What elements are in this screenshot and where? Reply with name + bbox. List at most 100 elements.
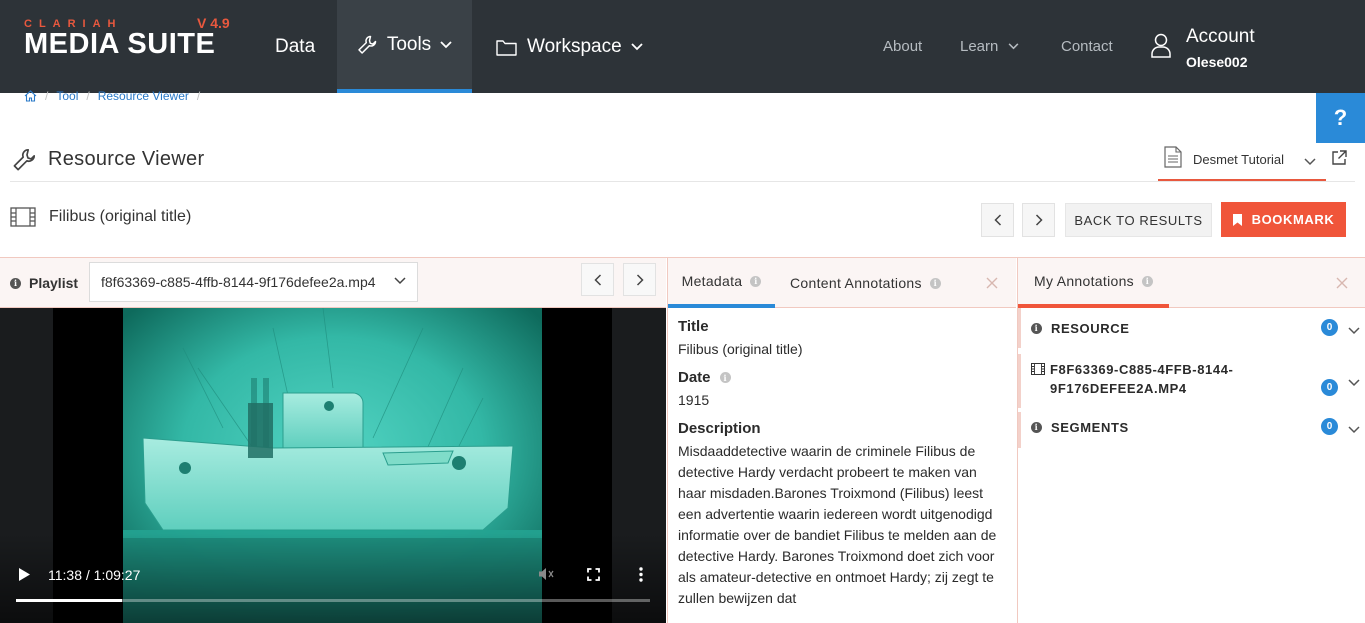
tab-content-annotations[interactable]: Content Annotations i [790,258,941,308]
nav-data[interactable]: Data [275,0,315,93]
chevron-down-icon [631,42,643,51]
info-icon[interactable]: i [750,275,762,287]
info-icon[interactable]: i [1031,323,1042,334]
info-icon[interactable]: i [929,277,941,289]
tab-metadata-label: Metadata [681,273,743,289]
info-icon[interactable]: i [719,372,731,383]
nav-about[interactable]: About [883,0,922,93]
media-suite-logo[interactable]: CLARIAH MEDIA SUITE V 4.9 [24,15,234,64]
more-options-icon[interactable] [639,567,643,585]
title-value: Filibus (original title) [678,341,803,357]
date-value: 1915 [678,392,710,408]
version-label: V 4.9 [197,15,230,31]
username-label: Olese002 [1186,54,1248,70]
page-title: Resource Viewer [48,148,205,170]
tool-header: Resource Viewer Desmet Tutorial [10,140,1355,182]
progress-bar-fill [16,599,123,602]
nav-workspace[interactable]: Workspace [496,0,643,93]
chevron-down-icon[interactable] [1348,374,1360,392]
previous-resource-button[interactable] [981,203,1014,237]
nav-about-label: About [883,38,923,55]
wrench-icon [12,148,36,177]
nav-data-label: Data [275,35,316,57]
breadcrumb-resource-viewer[interactable]: Resource Viewer [98,89,189,103]
chevron-down-icon [1008,43,1019,50]
breadcrumb-separator: / [45,89,49,103]
play-icon[interactable] [19,568,30,584]
external-link-icon[interactable] [1332,150,1347,170]
bookmark-label: BOOKMARK [1251,212,1335,227]
playlist-select[interactable]: f8f63369-c885-4ffb-8144-9f176defee2a.mp4 [89,262,418,302]
annotation-group-resource[interactable]: i RESOURCE 0 [1018,308,1365,348]
chevron-left-icon [993,214,1002,226]
project-selector[interactable]: Desmet Tutorial [1158,140,1326,181]
count-badge: 0 [1321,418,1338,435]
info-icon[interactable]: i [10,277,21,289]
home-icon[interactable] [24,90,37,102]
chevron-down-icon [394,277,406,285]
breadcrumb-separator: / [86,89,90,103]
bookmark-button[interactable]: BOOKMARK [1221,202,1346,237]
resource-group-label: i RESOURCE [1031,319,1129,338]
metadata-title-heading: Title [678,318,1006,335]
metadata-panel: Title Filibus (original title) Date i 19… [667,308,1016,623]
count-badge: 0 [1321,319,1338,336]
my-annotations-panel: i RESOURCE 0 F8F63369-C885-4FFB-8144-9F1… [1017,308,1365,623]
chevron-down-icon [1304,153,1316,171]
file-group-label-text: F8F63369-C885-4FFB-8144-9F176DEFEE2A.MP4 [1050,362,1234,396]
help-button[interactable]: ? [1316,93,1365,143]
breadcrumb-tool[interactable]: Tool [56,89,78,103]
wrench-icon [357,35,377,55]
playlist-header: i Playlist f8f63369-c885-4ffb-8144-9f176… [0,258,666,308]
breadcrumb-separator: / [196,89,201,103]
annotation-group-segments[interactable]: i SEGMENTS 0 [1018,412,1365,448]
nav-tools-label: Tools [386,33,432,55]
date-label: Date [678,369,711,386]
tab-content-annotations-label: Content Annotations [790,275,922,291]
top-navbar: CLARIAH MEDIA SUITE V 4.9 Data Tools Wor… [0,0,1365,93]
annotation-group-file[interactable]: F8F63369-C885-4FFB-8144-9F176DEFEE2A.MP4… [1018,354,1365,408]
playlist-selected-value: f8f63369-c885-4ffb-8144-9f176defee2a.mp4 [101,274,376,290]
playback-time: 11:38 / 1:09:27 [48,567,141,583]
count-badge: 0 [1321,379,1338,396]
logo-title: MEDIA SUITE [24,28,216,60]
chevron-right-icon [636,273,644,286]
tab-metadata[interactable]: Metadata i [668,258,775,308]
video-player[interactable]: 11:38 / 1:09:27 [0,308,666,623]
nav-tools[interactable]: Tools [337,0,472,93]
close-icon[interactable] [1336,276,1348,294]
resource-group-label-text: RESOURCE [1051,321,1130,336]
bookmark-icon [1232,213,1252,226]
resource-header: Filibus (original title) BACK TO RESULTS… [10,198,1355,242]
folder-icon [496,38,517,56]
playlist-label-text: Playlist [29,275,79,291]
breadcrumb: / Tool / Resource Viewer / [24,88,208,104]
tab-my-annotations[interactable]: My Annotations i [1018,258,1169,308]
nav-contact[interactable]: Contact [1061,0,1113,93]
playlist-label: i Playlist [10,275,78,291]
user-icon [1150,32,1172,63]
close-icon[interactable] [986,276,998,294]
back-to-results-button[interactable]: BACK TO RESULTS [1065,203,1212,237]
segments-group-label-text: SEGMENTS [1051,420,1129,435]
project-name: Desmet Tutorial [1193,152,1285,167]
fullscreen-icon[interactable] [587,568,600,584]
progress-bar[interactable] [16,599,650,602]
next-resource-button[interactable] [1022,203,1055,237]
nav-learn-label: Learn [960,38,999,55]
info-icon[interactable]: i [1031,422,1042,433]
volume-icon[interactable] [538,567,554,584]
nav-learn[interactable]: Learn [960,0,1019,93]
description-value: Misdaaddetective waarin de criminele Fil… [678,443,997,606]
nav-contact-label: Contact [1061,38,1113,55]
playlist-next-button[interactable] [623,263,656,296]
chevron-down-icon[interactable] [1348,421,1360,439]
info-icon[interactable]: i [1141,275,1153,287]
chevron-left-icon [593,273,602,286]
description-label: Description [678,420,761,437]
playlist-previous-button[interactable] [581,263,614,296]
chevron-down-icon[interactable] [1348,322,1360,340]
metadata-tabs-header: Metadata i Content Annotations i [667,258,1016,308]
chevron-down-icon [440,40,452,49]
metadata-date-heading: Date i [678,369,1006,386]
